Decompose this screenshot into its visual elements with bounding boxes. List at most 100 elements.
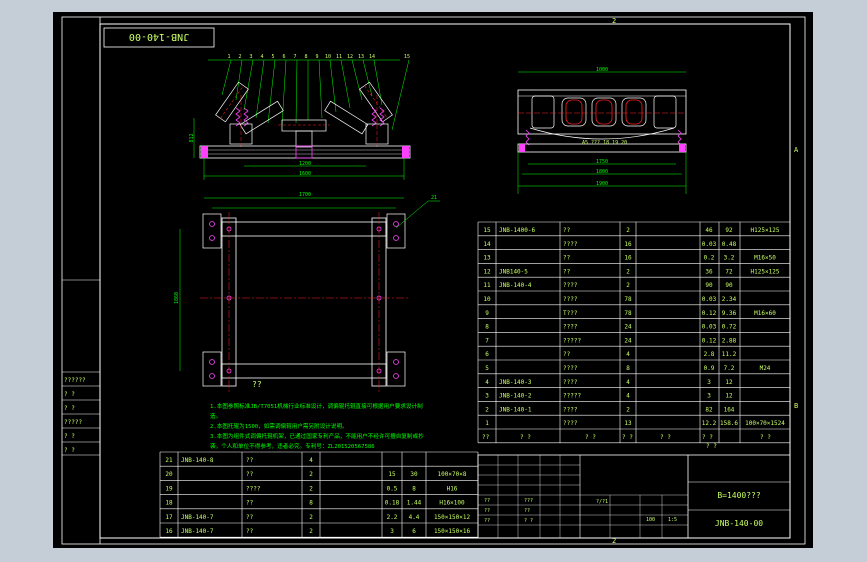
bom-item-qty: 2 — [309, 471, 313, 478]
bom-item-unit-weight: 36 — [705, 268, 713, 275]
side-label: ? ? — [64, 391, 75, 398]
bom-item-qty: 2 — [309, 528, 313, 535]
bom-item-total-weight: 0.72 — [722, 324, 737, 331]
title-block-label: ? ? — [524, 518, 533, 524]
title-block-label: ?? — [524, 508, 530, 514]
bom-item-name: ????? — [563, 393, 581, 400]
bom-item-qty: 2 — [309, 514, 313, 521]
bom-item-qty: 24 — [624, 324, 632, 331]
bom-item-unit-weight: 0.12 — [702, 337, 717, 344]
bom-item-qty: 13 — [624, 420, 632, 427]
bom-item-note: H16×100 — [439, 500, 465, 507]
bom-header-material: ? ? — [660, 434, 671, 441]
leader-21: 21 — [431, 195, 437, 201]
dim-right-b1: 1750 — [596, 159, 608, 165]
balloon-5: 5 — [271, 54, 274, 60]
balloon-2: 2 — [238, 54, 241, 60]
bom-item-no: 6 — [485, 351, 489, 358]
bom-item-unit-weight: 3 — [390, 528, 394, 535]
bom-item-no: 13 — [483, 255, 491, 262]
bom-header-code: ? ? — [520, 434, 531, 441]
side-label: ? ? — [64, 447, 75, 454]
bom-item-name: ?? — [246, 457, 254, 464]
bom-item-total-weight: 30 — [410, 471, 418, 478]
balloon-11: 11 — [336, 54, 342, 60]
bom-item-unit-weight: 90 — [705, 282, 713, 289]
bom-item-note: M16×50 — [754, 255, 776, 262]
bom-item-unit-weight: 2.8 — [704, 351, 715, 358]
bom-item-name: ?? — [563, 268, 571, 275]
bom-item-total-weight: 92 — [725, 227, 733, 234]
drawing-canvas[interactable] — [53, 12, 813, 548]
bom-item-name: ???? — [563, 420, 578, 427]
title-block-label: ?? — [484, 518, 490, 524]
bom-item-qty: 8 — [309, 500, 313, 507]
bom-item-total-weight: 90 — [725, 282, 733, 289]
dim-right-b3: 1900 — [596, 181, 608, 187]
note-line: 2.本图托辊为1500，如需调偏辊用户需另附设计说明。 — [210, 422, 348, 430]
bom-item-unit-weight: 0.03 — [702, 241, 717, 248]
bom-item-unit-weight: 2.2 — [387, 514, 398, 521]
bom-item-name: ???? — [563, 282, 578, 289]
weight-value: 100 — [646, 517, 655, 523]
bom-item-code: JNB-140-2 — [499, 393, 532, 400]
bom-item-total-weight: 7.2 — [724, 365, 735, 372]
note-line: 造。 — [210, 412, 221, 420]
bom-item-total-weight: 1.44 — [407, 500, 422, 507]
bom-item-qty: 2 — [309, 485, 313, 492]
bom-item-code: JNB-140-3 — [499, 379, 532, 386]
balloon-1: 1 — [227, 54, 230, 60]
bom-item-no: 17 — [165, 514, 173, 521]
bom-item-unit-weight: 0.03 — [702, 296, 717, 303]
bom-item-name: ?? — [563, 255, 571, 262]
bom-item-total-weight: 11.2 — [722, 351, 737, 358]
bom-item-name: ?? — [246, 500, 254, 507]
bom-item-note: H16 — [447, 485, 458, 492]
bom-item-unit-weight: 0.5 — [387, 485, 398, 492]
plan-caption: ?? — [252, 380, 262, 389]
bom-item-total-weight: 72 — [725, 268, 733, 275]
bom-item-name: ?? — [246, 528, 254, 535]
bom-item-name: ?? — [563, 351, 571, 358]
bom-header-qty: ? ? — [622, 434, 633, 441]
bom-item-name: ???? — [563, 406, 578, 413]
side-label: ? ? — [64, 433, 75, 440]
bom-item-qty: 4 — [626, 393, 630, 400]
balloon-14: 14 — [369, 54, 375, 60]
balloon-13: 13 — [358, 54, 364, 60]
bom-item-no: 14 — [483, 241, 491, 248]
title-block-label: ??? — [524, 498, 533, 504]
bom-item-unit-weight: 46 — [705, 227, 713, 234]
side-label: ? ? — [64, 405, 75, 412]
dim-side-height: 812 — [189, 133, 195, 142]
bom-item-no: 12 — [483, 268, 491, 275]
bom-header-weight: ? ? — [702, 434, 713, 441]
bom-item-unit-weight: 12.2 — [702, 420, 717, 427]
bom-item-no: 21 — [165, 457, 173, 464]
bom-item-name: ?? — [563, 227, 571, 234]
bom-item-name: ???? — [563, 241, 578, 248]
bom-item-no: 9 — [485, 310, 489, 317]
title-text: B=1400??? — [717, 491, 761, 500]
bom-header-note: ? ? — [760, 434, 771, 441]
bom-item-qty: 4 — [626, 351, 630, 358]
bom-item-no: 16 — [165, 528, 173, 535]
dim-base: 1200 — [299, 161, 311, 167]
bom-item-no: 1 — [485, 420, 489, 427]
bom-item-total-weight: 158.6 — [720, 420, 738, 427]
bom-item-no: 4 — [485, 379, 489, 386]
bom-item-unit-weight: 0.18 — [385, 500, 400, 507]
bom-item-name: ???? — [563, 296, 578, 303]
bom-item-no: 19 — [165, 485, 173, 492]
bom-item-qty: 4 — [309, 457, 313, 464]
bom-item-unit-weight: 0.2 — [704, 255, 715, 262]
bom-item-code: JNB-140-1 — [499, 406, 532, 413]
bom-item-note: 150×150×16 — [434, 528, 471, 535]
bom-item-qty: 4 — [626, 379, 630, 386]
bom-item-name: ???? — [563, 379, 578, 386]
bom-item-note: 150×150×12 — [434, 514, 471, 521]
bom-item-total-weight: 12 — [725, 379, 733, 386]
balloon-7: 7 — [293, 54, 296, 60]
side-view-labels: A5 ??? 18 19 20 — [582, 140, 627, 146]
bom-item-unit-weight: 0.9 — [704, 365, 715, 372]
